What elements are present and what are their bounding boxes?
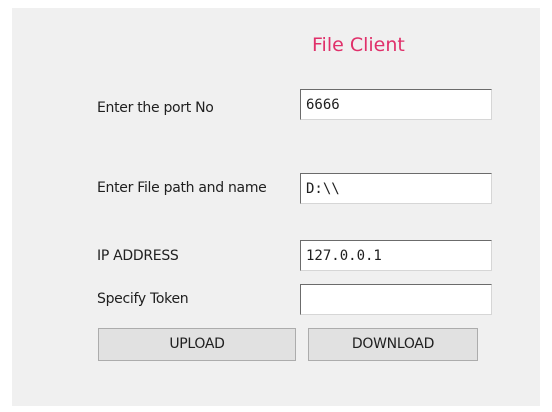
window-title: File Client [312,34,405,56]
download-button[interactable]: DOWNLOAD [308,328,478,361]
file-client-window: File Client Enter the port No Enter File… [0,0,552,412]
ip-address-input[interactable] [300,240,492,271]
upload-button[interactable]: UPLOAD [98,328,296,361]
form-panel: File Client Enter the port No Enter File… [12,8,540,406]
file-path-label: Enter File path and name [97,180,267,196]
ip-address-label: IP ADDRESS [97,248,179,264]
token-label: Specify Token [97,291,189,307]
token-input[interactable] [300,284,492,315]
file-path-input[interactable] [300,173,492,204]
port-label: Enter the port No [97,100,214,116]
port-input[interactable] [300,89,492,120]
